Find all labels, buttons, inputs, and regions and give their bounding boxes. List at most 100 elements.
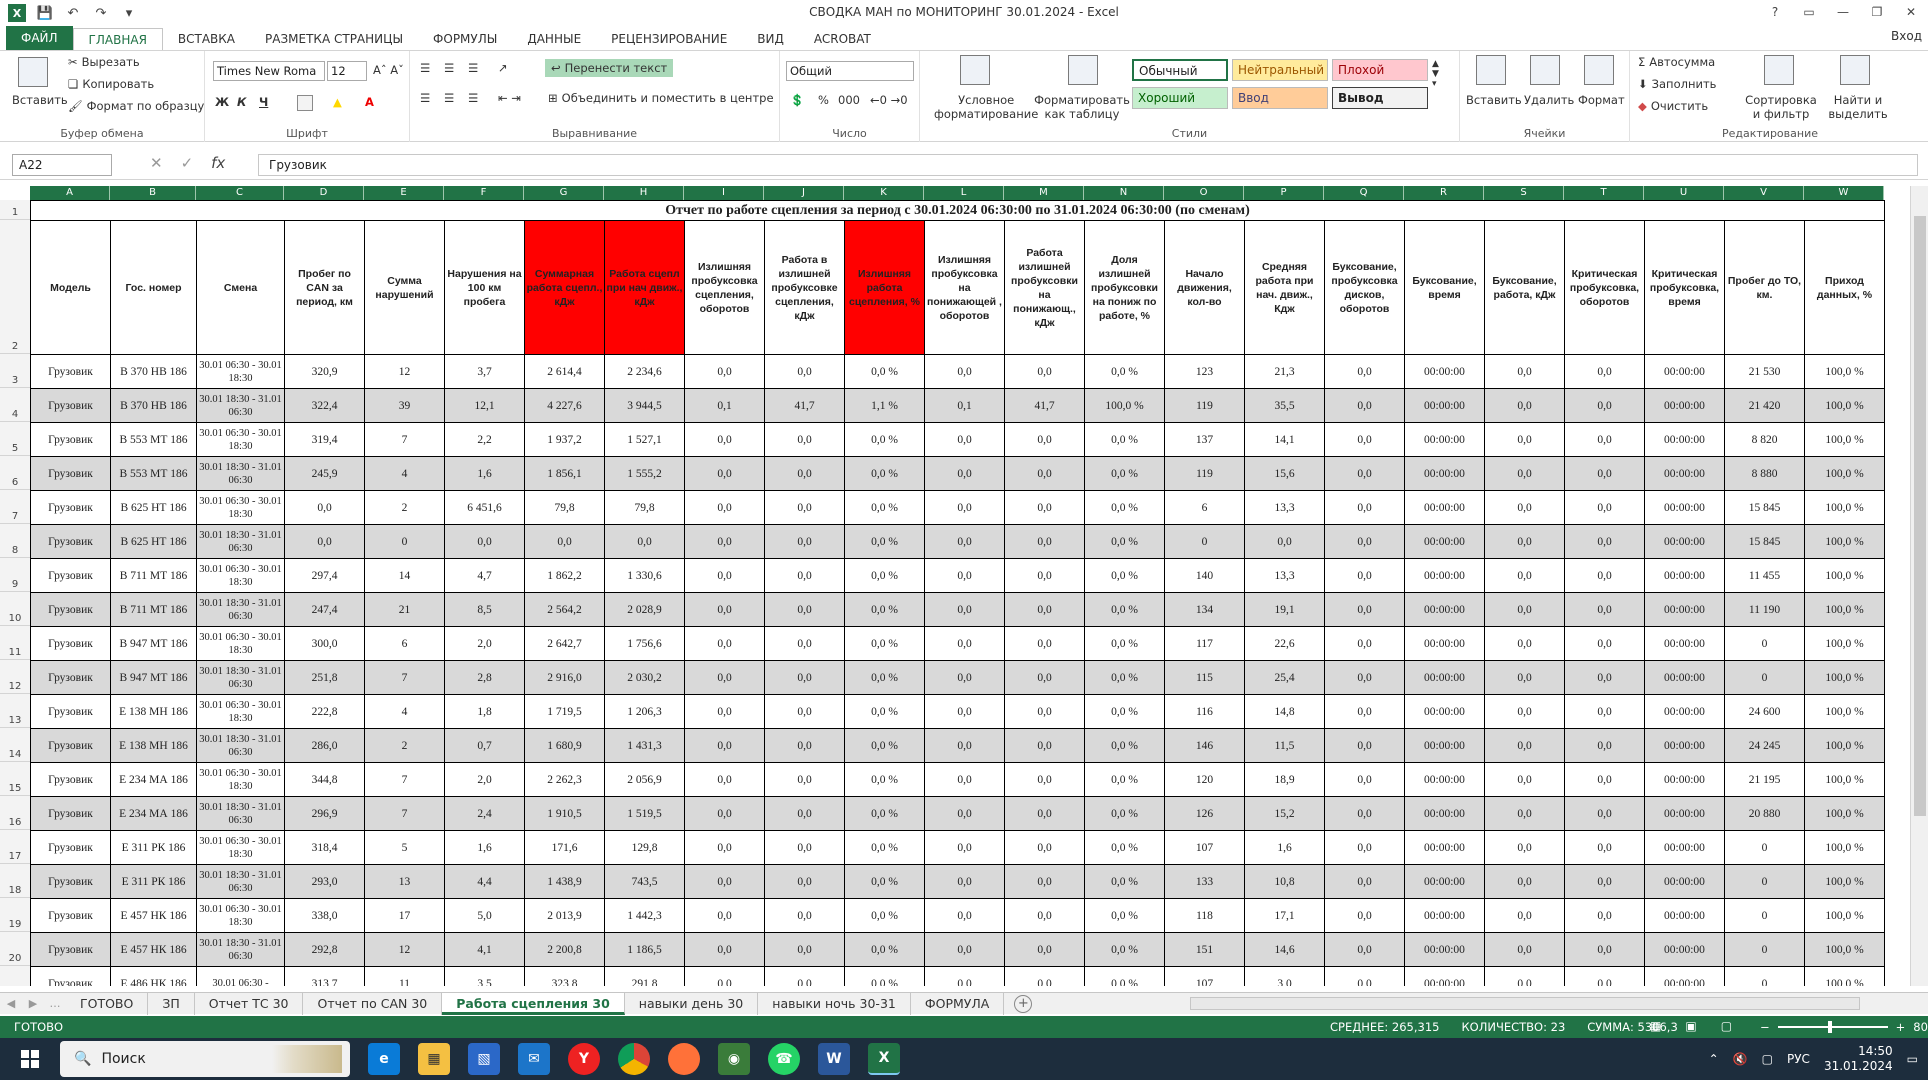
table-cell[interactable]: 0,0 [764,864,845,899]
column-header-cell[interactable]: Пробег по CAN за период, км [284,220,365,355]
table-cell[interactable]: 14,6 [1244,932,1325,967]
table-cell[interactable]: 0,0 [1564,830,1645,865]
table-cell[interactable]: 0,0 [764,966,845,986]
column-header[interactable]: P [1244,186,1324,200]
table-cell[interactable]: 0,0 [1004,932,1085,967]
table-cell[interactable]: 2,4 [444,796,525,831]
table-cell[interactable]: Грузовик [30,830,111,865]
add-sheet-icon[interactable]: + [1014,994,1033,1013]
table-cell[interactable]: 0 [1724,830,1805,865]
format-painter-button[interactable]: 🖌 Формат по образцу [68,99,204,113]
table-cell[interactable]: 100,0 % [1804,966,1885,986]
font-color-icon[interactable]: A [365,95,374,109]
table-cell[interactable]: 300,0 [284,626,365,661]
table-cell[interactable]: 0,0 [1324,728,1405,763]
column-header-cell[interactable]: Модель [30,220,111,355]
table-cell[interactable]: 13,3 [1244,558,1325,593]
table-cell[interactable]: 0,0 [1564,354,1645,389]
table-cell[interactable]: 11 455 [1724,558,1805,593]
table-cell[interactable]: 00:00:00 [1404,490,1485,525]
table-cell[interactable]: 100,0 % [1804,456,1885,491]
table-cell[interactable]: 0,0 % [844,864,925,899]
table-cell[interactable]: 00:00:00 [1404,422,1485,457]
table-cell[interactable]: 14,1 [1244,422,1325,457]
restore-button[interactable]: ❐ [1860,0,1894,24]
table-cell[interactable]: 00:00:00 [1644,762,1725,797]
table-cell[interactable]: 100,0 % [1804,728,1885,763]
table-cell[interactable]: 0,0 [1484,456,1565,491]
table-cell[interactable]: 00:00:00 [1404,966,1485,986]
column-header-cell[interactable]: Критическая пробуксовка, время [1644,220,1725,355]
table-cell[interactable]: 0,1 [684,388,765,423]
column-header[interactable]: S [1484,186,1564,200]
table-cell[interactable]: В 711 МТ 186 [110,592,197,627]
cancel-icon[interactable]: ✕ [150,154,163,172]
bold-button[interactable]: Ж [215,95,229,109]
column-header[interactable]: N [1084,186,1164,200]
table-cell[interactable]: 0,0 [764,728,845,763]
edge-icon[interactable]: e [368,1043,400,1075]
table-cell[interactable]: 291,8 [604,966,685,986]
help-button[interactable]: ? [1758,0,1792,24]
table-cell[interactable]: 100,0 % [1804,932,1885,967]
table-cell[interactable]: 247,4 [284,592,365,627]
table-cell[interactable]: 00:00:00 [1404,728,1485,763]
table-cell[interactable]: 0,0 % [1084,898,1165,933]
zoom-in-icon[interactable]: + [1896,1020,1906,1034]
table-cell[interactable]: 171,6 [524,830,605,865]
chrome-icon[interactable] [618,1043,650,1075]
table-cell[interactable]: 0,0 [1004,524,1085,559]
table-cell[interactable]: 0,0 [764,830,845,865]
align-middle-icon[interactable]: ☰ [444,61,454,75]
table-cell[interactable]: 0,0 [924,966,1005,986]
taskbar-search[interactable]: 🔍 Поиск [60,1041,350,1077]
table-cell[interactable]: 0,0 [924,524,1005,559]
wrap-text-button[interactable]: ↩ Перенести текст [545,59,674,77]
table-cell[interactable]: 2,0 [444,762,525,797]
table-cell[interactable]: 0,0 [764,694,845,729]
table-cell[interactable]: 2,8 [444,660,525,695]
zoom-out-icon[interactable]: − [1760,1020,1770,1034]
row-header[interactable]: 10 [0,592,30,626]
table-cell[interactable]: 0,0 [1324,490,1405,525]
table-cell[interactable]: 0,0 [764,558,845,593]
table-cell[interactable]: 0,0 % [844,694,925,729]
table-cell[interactable]: 0,0 [684,728,765,763]
table-cell[interactable]: 4,4 [444,864,525,899]
delete-cells-button[interactable]: Удалить [1524,93,1574,107]
table-cell[interactable]: 0,0 [764,898,845,933]
more-sheets-icon[interactable]: … [44,997,66,1010]
table-cell[interactable]: 0,0 [1244,524,1325,559]
column-header[interactable]: H [604,186,684,200]
table-cell[interactable]: 0,0 [924,660,1005,695]
table-cell[interactable]: 0,0 [1484,388,1565,423]
table-cell[interactable]: 30.01 06:30 - 30.01 18:30 [196,558,285,593]
table-cell[interactable]: Е 138 МН 186 [110,728,197,763]
table-cell[interactable]: 0,0 % [844,898,925,933]
column-header[interactable]: A [30,186,110,200]
table-cell[interactable]: 17,1 [1244,898,1325,933]
table-cell[interactable]: 0,0 [1004,626,1085,661]
column-header-cell[interactable]: Работа излишней пробуксовки на понижающ.… [1004,220,1085,355]
table-cell[interactable]: 0,0 [1564,388,1645,423]
column-header[interactable]: W [1804,186,1884,200]
table-cell[interactable]: 0,0 [1484,422,1565,457]
report-title[interactable]: Отчет по работе сцепления за период с 30… [30,200,1885,221]
table-cell[interactable]: 00:00:00 [1644,898,1725,933]
table-cell[interactable]: 0,0 [1324,558,1405,593]
table-cell[interactable]: 7 [364,762,445,797]
table-cell[interactable]: 0,0 [684,456,765,491]
table-cell[interactable]: 323,8 [524,966,605,986]
table-cell[interactable]: 292,8 [284,932,365,967]
table-cell[interactable]: 322,4 [284,388,365,423]
table-cell[interactable]: 1 438,9 [524,864,605,899]
merge-center-button[interactable]: ⊞ Объединить и поместить в центре [548,91,774,105]
table-cell[interactable]: 0,0 % [844,422,925,457]
table-cell[interactable]: 3,7 [444,354,525,389]
table-cell[interactable]: 0,0 [1324,830,1405,865]
table-cell[interactable]: 344,8 [284,762,365,797]
table-cell[interactable]: 2 030,2 [604,660,685,695]
table-cell[interactable]: 1 856,1 [524,456,605,491]
row-header[interactable]: 17 [0,830,30,864]
table-cell[interactable]: 100,0 % [1084,388,1165,423]
